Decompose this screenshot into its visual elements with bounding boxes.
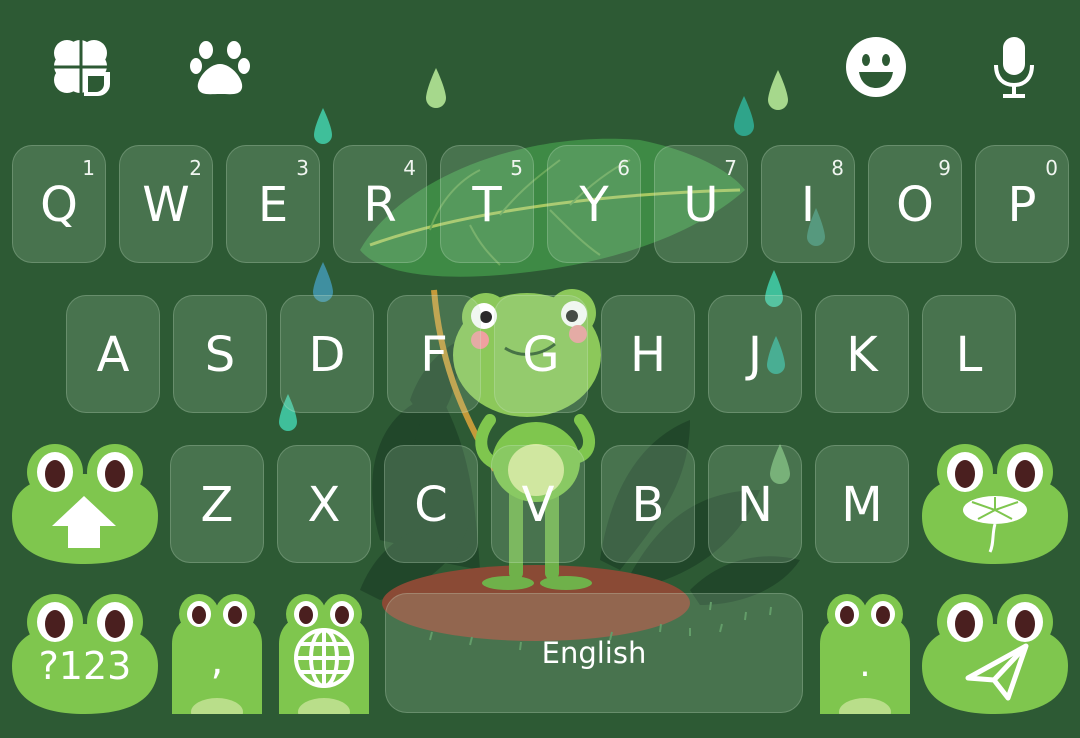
shift-key[interactable] [12, 444, 158, 564]
emoji-icon[interactable] [843, 34, 909, 100]
key-w[interactable]: 2W [119, 145, 213, 263]
space-label: English [541, 636, 647, 670]
key-h[interactable]: H [601, 295, 695, 413]
key-label: B [631, 477, 665, 533]
key-b[interactable]: B [601, 445, 695, 563]
key-c[interactable]: C [384, 445, 478, 563]
comma-key[interactable]: , [170, 594, 264, 714]
language-key[interactable] [277, 594, 371, 714]
keyboard: 1Q 2W 3E 4R 5T 6Y 7U 8I 9O 0P A S D F G … [0, 0, 1080, 738]
key-t[interactable]: 5T [440, 145, 534, 263]
key-label: U [683, 177, 719, 233]
symbols-label: ?123 [38, 644, 132, 688]
microphone-icon[interactable] [990, 34, 1038, 100]
key-label: Q [40, 177, 78, 233]
key-e[interactable]: 3E [226, 145, 320, 263]
send-key[interactable] [922, 594, 1068, 714]
period-label: . [859, 644, 871, 685]
key-g[interactable]: G [494, 295, 588, 413]
key-label: M [841, 477, 883, 533]
key-label: I [800, 177, 816, 233]
key-label: T [472, 177, 502, 233]
key-label: R [363, 177, 397, 233]
key-label: C [414, 477, 448, 533]
key-label: L [955, 327, 983, 383]
symbols-key[interactable]: ?123 [12, 594, 158, 714]
key-label: J [747, 327, 763, 383]
key-m[interactable]: M [815, 445, 909, 563]
key-o[interactable]: 9O [868, 145, 962, 263]
period-key[interactable]: . [818, 594, 912, 714]
key-f[interactable]: F [387, 295, 481, 413]
key-label: V [521, 477, 555, 533]
key-label: P [1007, 177, 1037, 233]
key-label: A [96, 327, 130, 383]
key-i[interactable]: 8I [761, 145, 855, 263]
backspace-key[interactable] [922, 444, 1068, 564]
key-d[interactable]: D [280, 295, 374, 413]
key-a[interactable]: A [66, 295, 160, 413]
key-label: N [737, 477, 773, 533]
key-label: F [420, 327, 448, 383]
key-y[interactable]: 6Y [547, 145, 641, 263]
key-label: E [257, 177, 289, 233]
key-label: W [142, 177, 190, 233]
key-z[interactable]: Z [170, 445, 264, 563]
key-s[interactable]: S [173, 295, 267, 413]
key-q[interactable]: 1Q [12, 145, 106, 263]
paw-icon[interactable] [188, 36, 252, 100]
comma-label: , [210, 638, 224, 684]
key-label: D [308, 327, 346, 383]
key-n[interactable]: N [708, 445, 802, 563]
key-label: K [846, 327, 878, 383]
key-label: S [204, 327, 236, 383]
globe-icon [294, 628, 354, 688]
key-k[interactable]: K [815, 295, 909, 413]
key-label: G [522, 327, 560, 383]
key-label: O [896, 177, 934, 233]
key-j[interactable]: J [708, 295, 802, 413]
key-label: X [307, 477, 341, 533]
key-u[interactable]: 7U [654, 145, 748, 263]
key-label: H [629, 327, 667, 383]
clover-heart-icon[interactable] [48, 34, 114, 100]
key-label: Z [200, 477, 234, 533]
raindrops [279, 68, 825, 484]
key-l[interactable]: L [922, 295, 1016, 413]
key-r[interactable]: 4R [333, 145, 427, 263]
key-v[interactable]: V [491, 445, 585, 563]
space-bar[interactable]: English [385, 593, 803, 713]
key-x[interactable]: X [277, 445, 371, 563]
key-p[interactable]: 0P [975, 145, 1069, 263]
key-label: Y [579, 177, 609, 233]
